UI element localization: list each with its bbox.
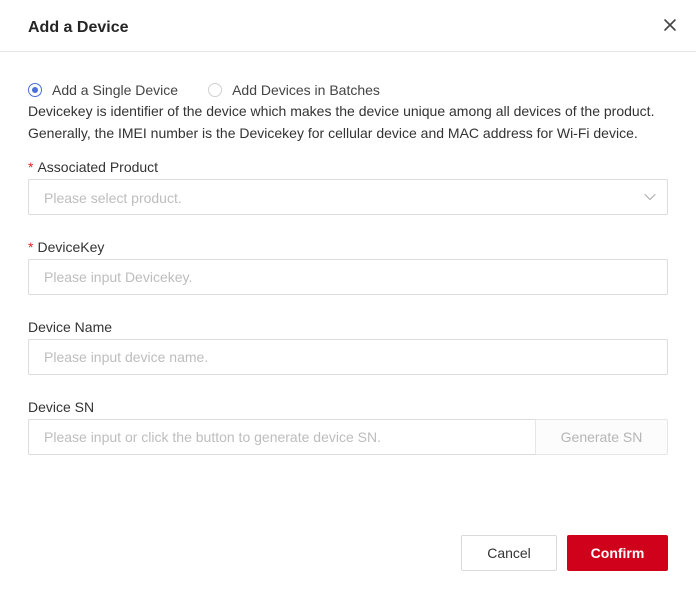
- add-mode-radio-group: Add a Single Device Add Devices in Batch…: [28, 80, 410, 100]
- device-sn-input[interactable]: [28, 419, 535, 455]
- required-mark: *: [28, 159, 34, 175]
- device-sn-group: Generate SN: [28, 419, 668, 455]
- devicekey-description: Devicekey is identifier of the device wh…: [28, 100, 668, 144]
- label-text: Associated Product: [37, 159, 159, 175]
- radio-single-device[interactable]: Add a Single Device: [28, 80, 178, 100]
- radio-batch-devices[interactable]: Add Devices in Batches: [208, 80, 380, 100]
- device-sn-label: Device SN: [28, 399, 95, 415]
- confirm-button[interactable]: Confirm: [567, 535, 668, 571]
- device-name-label: Device Name: [28, 319, 113, 335]
- devicekey-input[interactable]: [28, 259, 668, 295]
- associated-product-label: * Associated Product: [28, 158, 158, 176]
- radio-unchecked-icon: [208, 83, 223, 97]
- device-name-input[interactable]: [28, 339, 668, 375]
- dialog-header: Add a Device: [0, 0, 696, 52]
- radio-label: Add Devices in Batches: [232, 82, 380, 98]
- close-icon[interactable]: [660, 15, 680, 35]
- associated-product-select[interactable]: Please select product.: [28, 179, 668, 215]
- chevron-down-icon: [643, 190, 657, 204]
- radio-label: Add a Single Device: [52, 82, 179, 98]
- generate-sn-button[interactable]: Generate SN: [535, 419, 668, 455]
- devicekey-label: * DeviceKey: [28, 238, 104, 256]
- add-device-dialog: Add a Device Add a Single Device Add Dev…: [0, 0, 696, 601]
- description-line: Generally, the IMEI number is the Device…: [28, 125, 638, 141]
- radio-checked-icon: [28, 83, 42, 97]
- select-placeholder: Please select product.: [44, 190, 182, 206]
- description-line: Devicekey is identifier of the device wh…: [28, 103, 655, 119]
- label-text: DeviceKey: [37, 239, 105, 255]
- cancel-button[interactable]: Cancel: [461, 535, 557, 571]
- required-mark: *: [28, 239, 34, 255]
- dialog-title: Add a Device: [28, 19, 129, 36]
